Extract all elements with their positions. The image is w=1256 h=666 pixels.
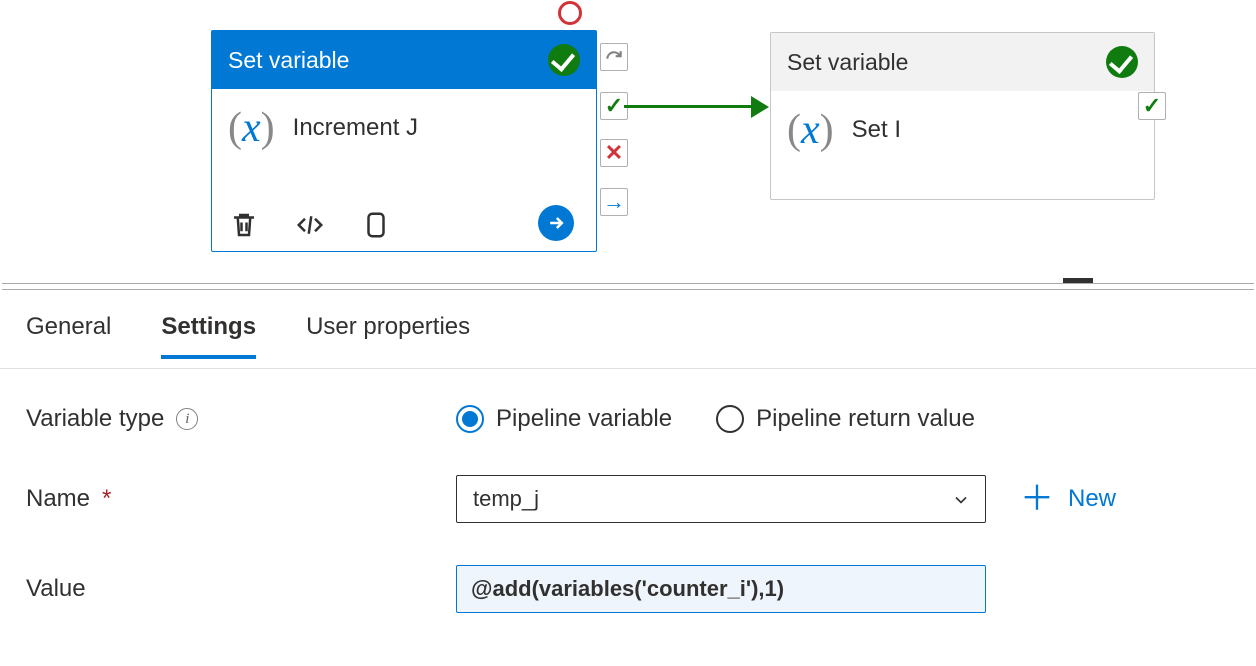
value-label: Value xyxy=(26,575,86,603)
activity-name-label: Increment J xyxy=(293,114,418,142)
radio-dot-icon xyxy=(716,405,744,433)
tab-underline xyxy=(0,368,1256,369)
radio-label: Pipeline return value xyxy=(756,405,975,433)
open-details-button[interactable] xyxy=(538,205,574,241)
code-icon[interactable] xyxy=(294,209,326,241)
radio-label: Pipeline variable xyxy=(496,405,672,433)
chevron-down-icon xyxy=(951,490,971,516)
value-expression-text: @add(variables('counter_i'),1) xyxy=(471,576,784,602)
dependency-handle-success[interactable]: ✓ xyxy=(1138,92,1166,120)
status-success-icon xyxy=(1106,46,1138,78)
value-expression-input[interactable]: @add(variables('counter_i'),1) xyxy=(456,565,986,613)
name-select-value: temp_j xyxy=(473,486,539,512)
activity-type-label: Set variable xyxy=(228,47,349,74)
dependency-handle-skipped[interactable]: → xyxy=(600,188,628,216)
pipeline-canvas[interactable]: Set variable (x) Increment J ✓ ✕ → xyxy=(0,0,1256,283)
required-asterisk: * xyxy=(102,485,111,513)
activity-node-increment-j[interactable]: Set variable (x) Increment J xyxy=(211,30,597,252)
variable-icon: (x) xyxy=(787,109,834,151)
name-select[interactable]: temp_j xyxy=(456,475,986,523)
activity-type-label: Set variable xyxy=(787,49,908,76)
variable-type-label: Variable type xyxy=(26,405,164,433)
breakpoint-indicator xyxy=(558,1,582,25)
radio-dot-icon xyxy=(456,405,484,433)
settings-form: Variable type i Pipeline variable Pipeli… xyxy=(26,405,1216,655)
radio-pipeline-return-value[interactable]: Pipeline return value xyxy=(716,405,975,433)
delete-icon[interactable] xyxy=(228,209,260,241)
dependency-handle-completion[interactable] xyxy=(600,43,628,71)
copy-icon[interactable] xyxy=(360,209,392,241)
status-success-icon xyxy=(548,44,580,76)
activity-node-set-i[interactable]: Set variable (x) Set I xyxy=(770,32,1155,200)
name-label: Name xyxy=(26,485,90,513)
info-icon[interactable]: i xyxy=(176,408,198,430)
activity-name-label: Set I xyxy=(852,116,901,144)
variable-icon: (x) xyxy=(228,107,275,149)
success-edge[interactable] xyxy=(624,105,766,108)
dependency-handle-failure[interactable]: ✕ xyxy=(600,139,628,167)
variable-type-radio-group: Pipeline variable Pipeline return value xyxy=(456,405,975,433)
panel-divider[interactable] xyxy=(2,283,1254,290)
radio-pipeline-variable[interactable]: Pipeline variable xyxy=(456,405,672,433)
new-variable-label: New xyxy=(1068,485,1116,513)
new-variable-button[interactable]: ＋ New xyxy=(1020,485,1116,513)
